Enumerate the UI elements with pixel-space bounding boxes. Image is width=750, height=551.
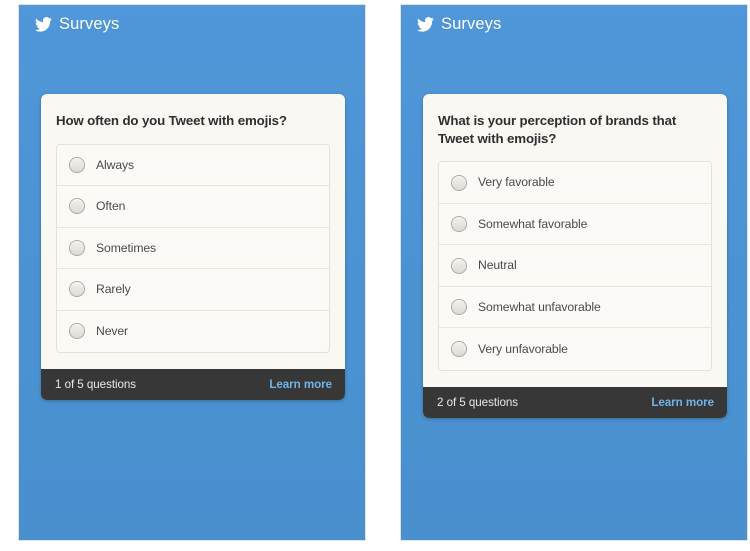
option-label: Rarely bbox=[96, 282, 131, 297]
radio-unchecked-icon[interactable] bbox=[451, 216, 467, 233]
survey-screen-2: Surveys What is your perception of brand… bbox=[400, 4, 748, 541]
option-row-rarely[interactable]: Rarely bbox=[57, 269, 329, 311]
option-label: Somewhat favorable bbox=[478, 216, 588, 231]
question-text-1: How often do you Tweet with emojis? bbox=[56, 113, 287, 128]
option-row-somewhat-favorable[interactable]: Somewhat favorable bbox=[439, 204, 711, 246]
option-row-sometimes[interactable]: Sometimes bbox=[57, 228, 329, 270]
app-title-2: Surveys bbox=[441, 15, 502, 34]
survey-screens-container: Surveys How often do you Tweet with emoj… bbox=[0, 0, 750, 551]
progress-indicator: 2 of 5 questions bbox=[437, 395, 519, 409]
options-list-1: Always Often Sometimes Rarely Never bbox=[56, 143, 330, 354]
option-row-never[interactable]: Never bbox=[57, 311, 329, 353]
question-text-2: What is your perception of brands that T… bbox=[438, 113, 677, 146]
learn-more-link[interactable]: Learn more bbox=[269, 378, 332, 391]
option-row-neutral[interactable]: Neutral bbox=[439, 245, 711, 287]
survey-footer-2: 2 of 5 questions Learn more bbox=[423, 386, 727, 418]
radio-unchecked-icon[interactable] bbox=[451, 174, 467, 191]
radio-unchecked-icon[interactable] bbox=[69, 156, 85, 173]
progress-indicator: 1 of 5 questions bbox=[55, 378, 137, 392]
twitter-bird-icon bbox=[35, 17, 52, 32]
survey-card-body-1: How often do you Tweet with emojis? Alwa… bbox=[41, 94, 345, 369]
radio-unchecked-icon[interactable] bbox=[451, 257, 467, 274]
option-label: Very favorable bbox=[478, 175, 555, 190]
radio-unchecked-icon[interactable] bbox=[451, 299, 467, 316]
survey-card-body-2: What is your perception of brands that T… bbox=[423, 94, 727, 387]
learn-more-link[interactable]: Learn more bbox=[651, 396, 714, 409]
option-label: Very unfavorable bbox=[478, 341, 568, 356]
option-row-somewhat-unfavorable[interactable]: Somewhat unfavorable bbox=[439, 287, 711, 329]
option-row-very-favorable[interactable]: Very favorable bbox=[439, 162, 711, 204]
app-header-1: Surveys bbox=[19, 5, 365, 35]
option-row-always[interactable]: Always bbox=[57, 145, 329, 187]
twitter-bird-icon bbox=[417, 17, 434, 32]
options-list-2: Very favorable Somewhat favorable Neutra… bbox=[438, 161, 712, 371]
option-label: Never bbox=[96, 324, 129, 339]
survey-footer-1: 1 of 5 questions Learn more bbox=[41, 369, 345, 401]
app-header-2: Surveys bbox=[401, 5, 747, 35]
survey-card-2: What is your perception of brands that T… bbox=[423, 94, 727, 418]
radio-unchecked-icon[interactable] bbox=[69, 239, 85, 256]
survey-screen-1: Surveys How often do you Tweet with emoj… bbox=[18, 4, 366, 541]
radio-unchecked-icon[interactable] bbox=[69, 323, 85, 340]
survey-card-1: How often do you Tweet with emojis? Alwa… bbox=[41, 94, 345, 401]
option-label: Somewhat unfavorable bbox=[478, 299, 601, 314]
option-row-often[interactable]: Often bbox=[57, 186, 329, 228]
app-title-1: Surveys bbox=[59, 15, 120, 34]
radio-unchecked-icon[interactable] bbox=[69, 281, 85, 298]
radio-unchecked-icon[interactable] bbox=[69, 198, 85, 215]
option-label: Neutral bbox=[478, 258, 517, 273]
option-label: Sometimes bbox=[96, 240, 157, 255]
option-label: Often bbox=[96, 199, 126, 214]
radio-unchecked-icon[interactable] bbox=[451, 341, 467, 358]
option-label: Always bbox=[96, 157, 135, 172]
option-row-very-unfavorable[interactable]: Very unfavorable bbox=[439, 328, 711, 370]
